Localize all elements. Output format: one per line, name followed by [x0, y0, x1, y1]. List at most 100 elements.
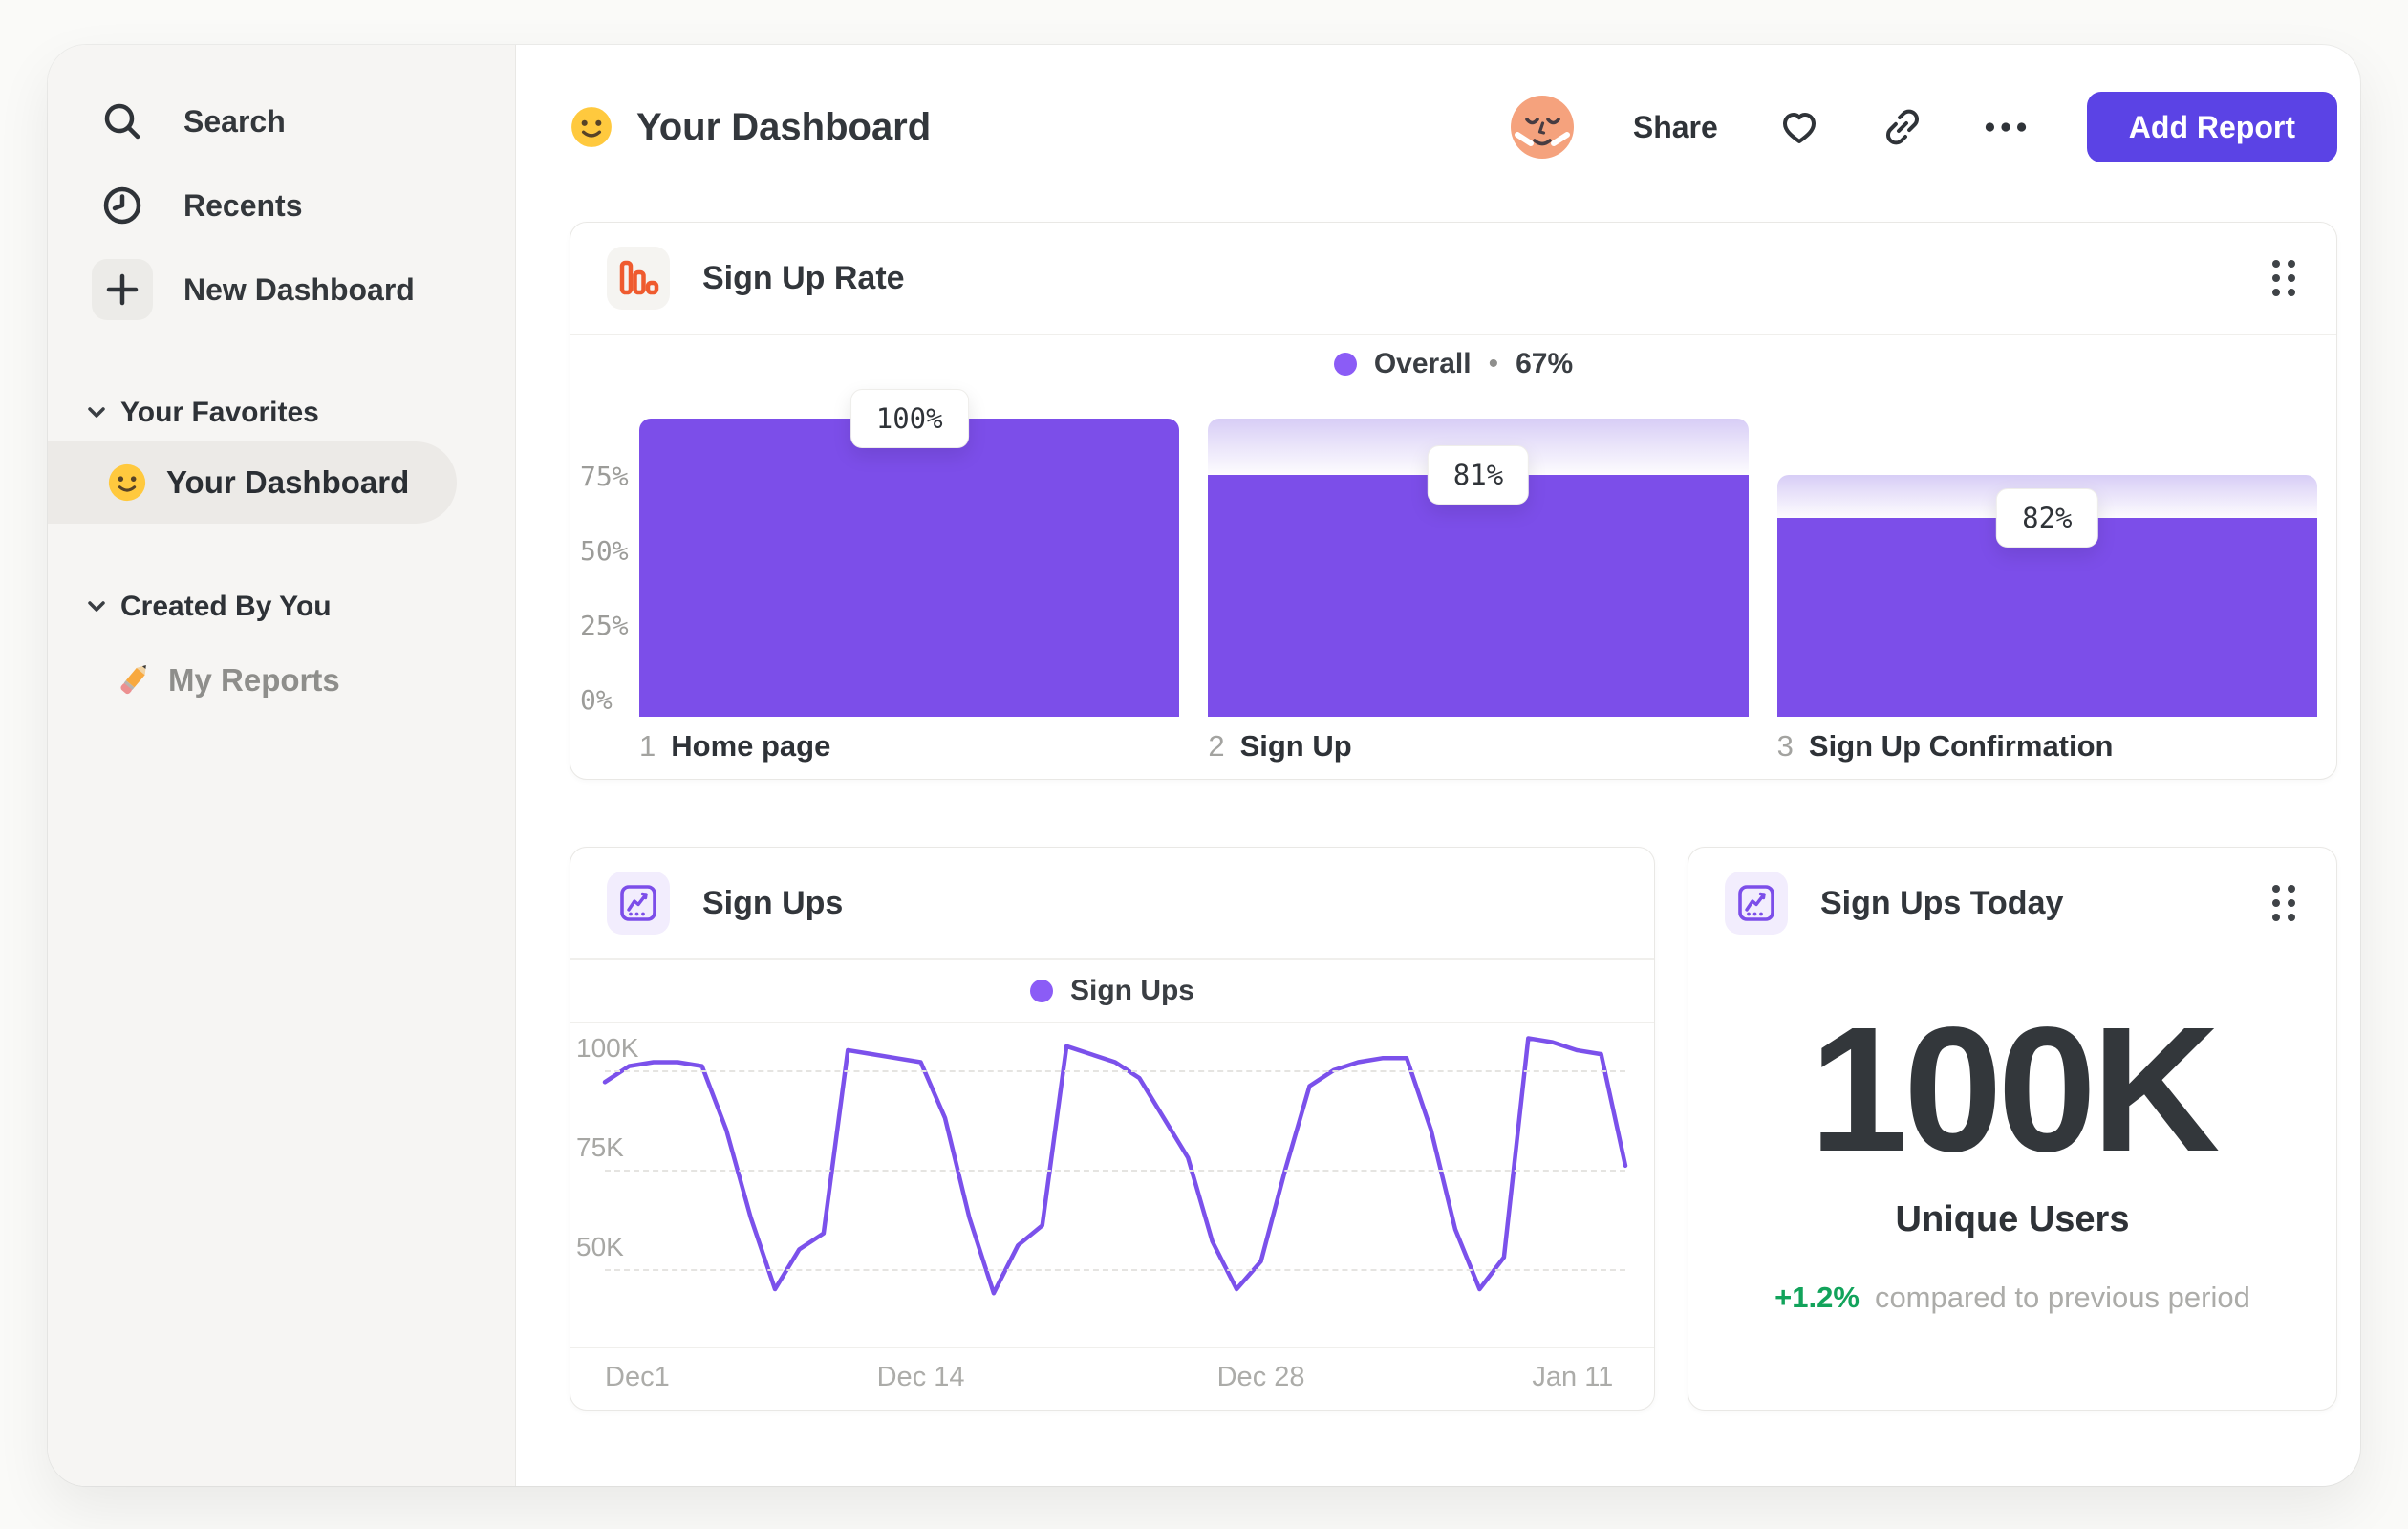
section-title: Created By You: [120, 591, 332, 622]
funnel-value-tooltip: 82%: [1996, 488, 2098, 549]
funnel-step-label: 3 Sign Up Confirmation: [1777, 729, 2317, 764]
line-y-tick: 75K: [576, 1131, 624, 1162]
funnel-chart: 75% 50% 25% 0% 100% 81% 82% 1 Home page 2 Sign U…: [570, 388, 2336, 780]
signup-rate-card: Sign Up Rate Overall • 67% 75% 50% 25% 0%: [570, 222, 2337, 780]
share-button[interactable]: Share: [1633, 110, 1718, 145]
drag-handle-icon[interactable]: [2268, 880, 2300, 926]
line-x-axis: Dec1 Dec 14 Dec 28 Jan 11: [570, 1348, 1654, 1410]
funnel-bar[interactable]: 81%: [1208, 418, 1749, 717]
card-title: Sign Up Rate: [702, 259, 905, 296]
line-x-tick: Dec 28: [1216, 1362, 1305, 1392]
line-y-tick: 100K: [576, 1032, 639, 1063]
funnel-x-axis: 1 Home page 2 Sign Up 3 Sign Up Confirmation: [639, 729, 2317, 764]
legend-separator: •: [1488, 347, 1499, 379]
line-plot: [605, 1023, 1625, 1347]
sidebar-item-my-reports[interactable]: My Reports: [48, 639, 515, 721]
funnel-legend: Overall • 67%: [570, 335, 2336, 393]
signups-card-header: Sign Ups: [570, 848, 1654, 958]
line-chart-icon: [1725, 872, 1788, 935]
cards-row: Sign Ups Sign Ups 100K75K50K Dec1Dec: [570, 847, 2337, 1411]
funnel-y-tick: 25%: [580, 609, 629, 641]
gridline: [605, 1269, 1625, 1272]
drag-handle-icon[interactable]: [2268, 255, 2300, 301]
section-title: Your Favorites: [120, 397, 319, 428]
signup-rate-card-header: Sign Up Rate: [570, 223, 2336, 334]
card-title: Sign Ups: [702, 884, 844, 921]
sidebar-item-search[interactable]: Search: [48, 79, 515, 163]
funnel-step-number: 1: [639, 728, 656, 763]
pencil-icon: [109, 660, 149, 700]
funnel-bar[interactable]: 100%: [639, 388, 1180, 717]
chevron-down-icon: [86, 405, 107, 420]
app-window: Search Recents New Dashboard Your Favori…: [48, 45, 2360, 1486]
funnel-step-name: Home page: [671, 728, 831, 763]
funnel-step-name: Sign Up: [1239, 728, 1352, 763]
smiley-icon: [107, 463, 147, 503]
funnel-bar-fill: [1776, 518, 2317, 717]
metric-value: 100K: [1809, 991, 2221, 1190]
sidebar-section-your-favorites[interactable]: Your Favorites: [48, 384, 515, 441]
funnel-value-tooltip: 81%: [1427, 444, 1530, 505]
funnel-chart-icon: [607, 247, 670, 310]
funnel-plot: 100% 81% 82%: [639, 388, 2317, 717]
metric-label: Unique Users: [1895, 1198, 2130, 1239]
legend-series-label: Sign Ups: [1069, 974, 1194, 1006]
plus-icon: [92, 259, 153, 320]
funnel-value-tooltip: 100%: [849, 388, 969, 448]
delta-caption: compared to previous period: [1874, 1280, 2250, 1314]
signups-today-card: Sign Ups Today 100K Unique Users +1.2% c…: [1688, 847, 2337, 1411]
legend-dot: [1029, 979, 1053, 1002]
funnel-step-label: 1 Home page: [639, 729, 1179, 764]
title-group: Your Dashboard: [570, 105, 931, 149]
sidebar-item-your-dashboard[interactable]: Your Dashboard: [48, 441, 457, 524]
favorite-heart-icon[interactable]: [1777, 105, 1821, 149]
page-title: Your Dashboard: [636, 105, 932, 148]
signups-card: Sign Ups Sign Ups 100K75K50K Dec1Dec: [570, 847, 1655, 1411]
funnel-step-label: 2 Sign Up: [1208, 729, 1748, 764]
sidebar-item-label: My Reports: [168, 662, 340, 698]
funnel-y-tick: 0%: [580, 683, 613, 716]
chevron-down-icon: [86, 599, 107, 614]
sidebar-item-new-dashboard[interactable]: New Dashboard: [48, 248, 515, 332]
sidebar: Search Recents New Dashboard Your Favori…: [48, 45, 516, 1486]
card-title: Sign Ups Today: [1820, 884, 2064, 921]
sidebar-section-created-by-you[interactable]: Created By You: [48, 578, 515, 635]
funnel-step-number: 3: [1776, 728, 1794, 763]
legend-overall-value: 67%: [1516, 347, 1574, 379]
funnel-step-number: 2: [1208, 728, 1225, 763]
legend-dot: [1333, 352, 1357, 376]
sidebar-item-label: New Dashboard: [183, 271, 415, 307]
sidebar-item-recents[interactable]: Recents: [48, 163, 515, 248]
sidebar-item-label: Search: [183, 103, 286, 139]
more-options-icon[interactable]: [1984, 105, 2028, 149]
search-icon: [92, 91, 153, 152]
funnel-bar-fill: [639, 418, 1180, 717]
dashboard-header: Your Dashboard Share Add Report: [570, 87, 2337, 167]
main-content: Your Dashboard Share Add Report Sign Up …: [516, 45, 2360, 1486]
signups-line-chart[interactable]: 100K 75K 50K: [570, 1023, 1654, 1347]
clock-icon: [92, 175, 153, 236]
funnel-bar-fill: [1208, 474, 1749, 717]
add-report-button[interactable]: Add Report: [2086, 92, 2337, 162]
metric-delta-row: +1.2% compared to previous period: [1774, 1281, 2250, 1315]
avatar[interactable]: [1510, 96, 1574, 159]
line-x-tick: Jan 11: [1532, 1362, 1614, 1392]
gridline: [605, 1169, 1625, 1172]
funnel-step-name: Sign Up Confirmation: [1808, 728, 2114, 763]
line-x-tick: Dec 14: [876, 1362, 965, 1392]
copy-link-icon[interactable]: [1881, 105, 1924, 149]
gridline: [605, 1069, 1625, 1072]
line-legend: Sign Ups: [570, 960, 1654, 1022]
signups-today-card-header: Sign Ups Today: [1688, 848, 2336, 958]
delta-badge: +1.2%: [1774, 1280, 1860, 1314]
sidebar-item-label: Recents: [183, 187, 303, 223]
funnel-bar[interactable]: 82%: [1776, 419, 2317, 717]
header-actions: Share Add Report: [1510, 92, 2337, 162]
legend-series-label: Overall: [1373, 347, 1472, 379]
funnel-y-tick: 75%: [580, 460, 629, 492]
line-chart-icon: [607, 872, 670, 935]
metric-body: 100K Unique Users +1.2% compared to prev…: [1688, 958, 2336, 1410]
sidebar-item-label: Your Dashboard: [166, 464, 410, 500]
line-x-tick: Dec1: [605, 1362, 670, 1392]
funnel-y-tick: 50%: [580, 534, 629, 567]
